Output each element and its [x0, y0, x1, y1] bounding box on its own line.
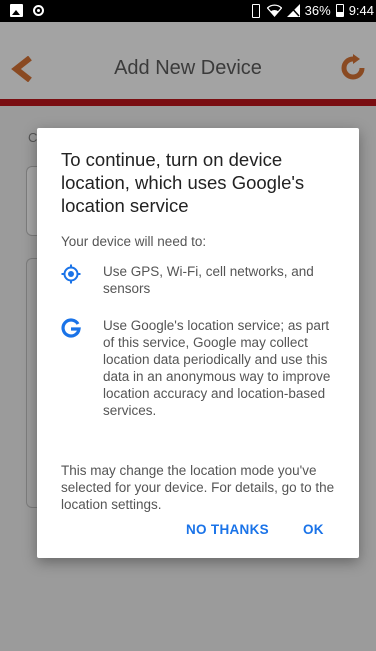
- permission-item-text: Use GPS, Wi-Fi, cell networks, and senso…: [103, 264, 314, 296]
- app-bar: Add New Device: [0, 22, 376, 100]
- gps-icon: [61, 264, 81, 284]
- battery-percent: 36%: [304, 3, 331, 18]
- wifi-icon: [266, 4, 282, 17]
- google-icon: [61, 318, 81, 338]
- status-left: [10, 4, 44, 17]
- dialog-note: This may change the location mode you've…: [61, 463, 335, 512]
- no-thanks-button[interactable]: NO THANKS: [186, 522, 269, 537]
- location-notification-icon: [33, 5, 44, 16]
- ok-button[interactable]: OK: [303, 522, 324, 537]
- permission-item-google: Use Google's location service; as part o…: [61, 317, 339, 419]
- status-bar: 36% 9:44: [0, 0, 376, 22]
- background-label: C: [28, 130, 38, 145]
- signal-icon: [286, 4, 300, 17]
- bottom-area: [0, 620, 376, 651]
- location-dialog: To continue, turn on device location, wh…: [37, 128, 359, 558]
- permission-item-gps: Use GPS, Wi-Fi, cell networks, and senso…: [61, 263, 339, 297]
- header-divider: [0, 99, 376, 106]
- refresh-icon[interactable]: [340, 54, 366, 82]
- permission-item-text: Use Google's location service; as part o…: [103, 318, 331, 418]
- clock: 9:44: [348, 3, 374, 18]
- image-notification-icon: [10, 4, 23, 17]
- page-title: Add New Device: [114, 57, 262, 79]
- status-right: 36% 9:44: [248, 3, 374, 18]
- vibrate-icon: [248, 4, 262, 18]
- dialog-subtitle: Your device will need to:: [61, 234, 207, 249]
- dialog-title: To continue, turn on device location, wh…: [61, 149, 305, 216]
- battery-icon: [335, 4, 344, 17]
